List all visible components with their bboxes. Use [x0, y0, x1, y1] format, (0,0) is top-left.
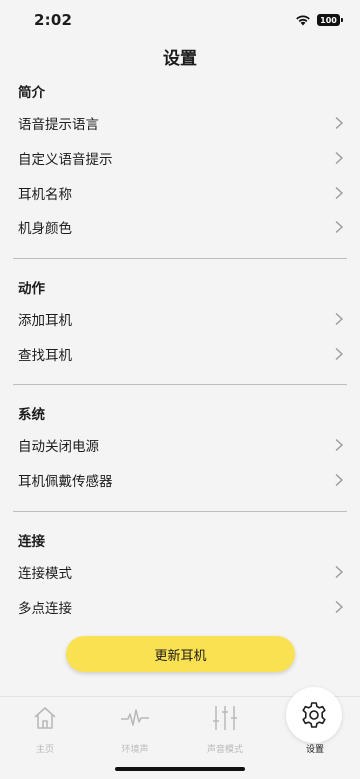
row-label: 自定义语音提示 — [18, 152, 113, 169]
gear-icon — [302, 702, 326, 728]
chevron-right-icon — [335, 313, 344, 326]
settings-row-find-earbuds[interactable]: 查找耳机 — [0, 336, 360, 371]
home-indicator — [115, 767, 245, 771]
section-system: 系统 自动关闭电源 耳机佩戴传感器 — [0, 398, 360, 497]
section-header: 系统 — [18, 407, 45, 424]
chevron-right-icon — [335, 347, 344, 360]
update-earbuds-button[interactable]: 更新耳机 — [66, 636, 295, 672]
settings-row-wear-sensor[interactable]: 耳机佩戴传感器 — [0, 463, 360, 498]
tab-label: 环境声 — [121, 745, 149, 755]
settings-row-voice-language[interactable]: 语音提示语言 — [0, 106, 360, 141]
settings-row-add-earbuds[interactable]: 添加耳机 — [0, 302, 360, 337]
chevron-right-icon — [335, 117, 344, 130]
row-label: 查找耳机 — [18, 347, 72, 364]
settings-list: 简介 语音提示语言 自定义语音提示 耳机名称 机身颜色 动作 添加耳机 查找耳机 — [0, 76, 360, 624]
divider — [13, 510, 347, 512]
tab-sound-mode[interactable]: 声音模式 — [180, 697, 270, 757]
settings-row-earbud-name[interactable]: 耳机名称 — [0, 175, 360, 210]
chevron-right-icon — [335, 221, 344, 234]
row-label: 机身颜色 — [18, 221, 72, 238]
home-icon — [34, 707, 56, 729]
row-label: 语音提示语言 — [18, 117, 99, 134]
status-icons: 100 — [295, 11, 343, 30]
page-title: 设置 — [163, 49, 197, 69]
settings-row-auto-power-off[interactable]: 自动关闭电源 — [0, 428, 360, 463]
section-header: 动作 — [18, 280, 45, 297]
row-label: 连接模式 — [18, 565, 72, 582]
tab-label: 设置 — [305, 745, 324, 755]
ambient-sound-icon — [121, 709, 149, 726]
section-profile: 简介 语音提示语言 自定义语音提示 耳机名称 机身颜色 — [0, 76, 360, 245]
tab-settings-active-indicator[interactable] — [286, 687, 342, 743]
section-connection: 连接 连接模式 多点连接 — [0, 525, 360, 624]
row-label: 耳机名称 — [18, 186, 72, 203]
chevron-right-icon — [335, 152, 344, 165]
status-bar: 2:02 100 — [0, 0, 360, 40]
section-actions: 动作 添加耳机 查找耳机 — [0, 272, 360, 371]
settings-row-body-color[interactable]: 机身颜色 — [0, 210, 360, 245]
tab-label: 主页 — [35, 745, 54, 755]
battery-icon: 100 — [317, 14, 343, 26]
chevron-right-icon — [335, 474, 344, 487]
row-label: 多点连接 — [18, 600, 72, 617]
equalizer-icon — [213, 706, 237, 730]
chevron-right-icon — [335, 186, 344, 199]
section-header: 连接 — [18, 533, 45, 550]
divider — [13, 257, 347, 259]
chevron-right-icon — [335, 439, 344, 452]
section-header: 简介 — [18, 85, 45, 101]
tab-ambient-sound[interactable]: 环境声 — [90, 697, 180, 757]
wifi-icon — [295, 11, 311, 30]
chevron-right-icon — [335, 565, 344, 578]
row-label: 耳机佩戴传感器 — [18, 474, 113, 491]
tab-label: 声音模式 — [206, 745, 243, 755]
divider — [13, 384, 347, 386]
row-label: 添加耳机 — [18, 313, 72, 330]
settings-row-multipoint[interactable]: 多点连接 — [0, 589, 360, 624]
status-time: 2:02 — [34, 11, 73, 29]
settings-row-connection-mode[interactable]: 连接模式 — [0, 555, 360, 590]
tab-home[interactable]: 主页 — [0, 697, 90, 757]
chevron-right-icon — [335, 600, 344, 613]
settings-row-custom-voice-prompt[interactable]: 自定义语音提示 — [0, 141, 360, 176]
row-label: 自动关闭电源 — [18, 439, 99, 456]
